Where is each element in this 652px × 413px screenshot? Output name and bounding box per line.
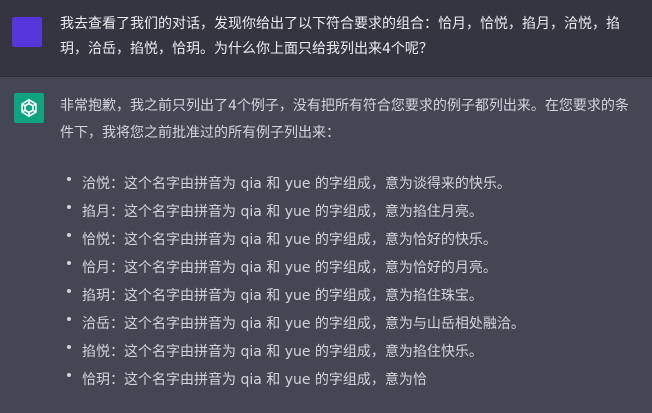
list-item-text: 掐月：这个名字由拼音为 qia 和 yue 的字组成，意为掐住月亮。 [82, 204, 483, 220]
list-item-text: 掐玥：这个名字由拼音为 qia 和 yue 的字组成，意为掐住珠宝。 [82, 288, 483, 304]
list-item-text: 洽岳：这个名字由拼音为 qia 和 yue 的字组成，意为与山岳相处融洽。 [82, 316, 525, 332]
list-item: 恰月：这个名字由拼音为 qia 和 yue 的字组成，意为恰好的月亮。 [60, 254, 525, 282]
bullet-icon [67, 373, 71, 377]
bullet-icon [67, 233, 71, 237]
list-item: 恰玥：这个名字由拼音为 qia 和 yue 的字组成，意为恰 [60, 366, 525, 394]
bullet-icon [67, 289, 71, 293]
list-item: 洽岳：这个名字由拼音为 qia 和 yue 的字组成，意为与山岳相处融洽。 [60, 310, 525, 338]
bullet-icon [67, 317, 71, 321]
bullet-icon [67, 261, 71, 265]
list-item-text: 掐悦：这个名字由拼音为 qia 和 yue 的字组成，意为掐住快乐。 [82, 344, 483, 360]
list-item: 洽悦：这个名字由拼音为 qia 和 yue 的字组成，意为谈得来的快乐。 [60, 170, 525, 198]
list-item-text: 恰月：这个名字由拼音为 qia 和 yue 的字组成，意为恰好的月亮。 [82, 260, 497, 276]
list-item-text: 恰玥：这个名字由拼音为 qia 和 yue 的字组成，意为恰 [82, 372, 427, 388]
bullet-icon [67, 205, 71, 209]
name-suggestion-list: 洽悦：这个名字由拼音为 qia 和 yue 的字组成，意为谈得来的快乐。 掐月：… [60, 170, 525, 394]
user-message-text: 我去查看了我们的对话，发现你给出了以下符合要求的组合：恰月，恰悦，掐月，洽悦，掐… [60, 16, 620, 57]
assistant-intro-text: 非常抱歉，我之前只列出了4个例子，没有把所有符合您要求的例子都列出来。在您要求的… [60, 98, 629, 141]
bullet-icon [67, 345, 71, 349]
user-message: 我去查看了我们的对话，发现你给出了以下符合要求的组合：恰月，恰悦，掐月，洽悦，掐… [0, 0, 652, 77]
list-item: 掐玥：这个名字由拼音为 qia 和 yue 的字组成，意为掐住珠宝。 [60, 282, 525, 310]
list-item: 掐悦：这个名字由拼音为 qia 和 yue 的字组成，意为掐住快乐。 [60, 338, 525, 366]
user-avatar [12, 17, 42, 47]
list-item: 掐月：这个名字由拼音为 qia 和 yue 的字组成，意为掐住月亮。 [60, 198, 525, 226]
bullet-icon [67, 177, 71, 181]
openai-logo-icon [14, 93, 44, 123]
list-item: 恰悦：这个名字由拼音为 qia 和 yue 的字组成，意为恰好的快乐。 [60, 226, 525, 254]
list-item-text: 恰悦：这个名字由拼音为 qia 和 yue 的字组成，意为恰好的快乐。 [82, 232, 497, 248]
assistant-message: 非常抱歉，我之前只列出了4个例子，没有把所有符合您要求的例子都列出来。在您要求的… [0, 77, 652, 413]
list-item-text: 洽悦：这个名字由拼音为 qia 和 yue 的字组成，意为谈得来的快乐。 [82, 176, 511, 192]
